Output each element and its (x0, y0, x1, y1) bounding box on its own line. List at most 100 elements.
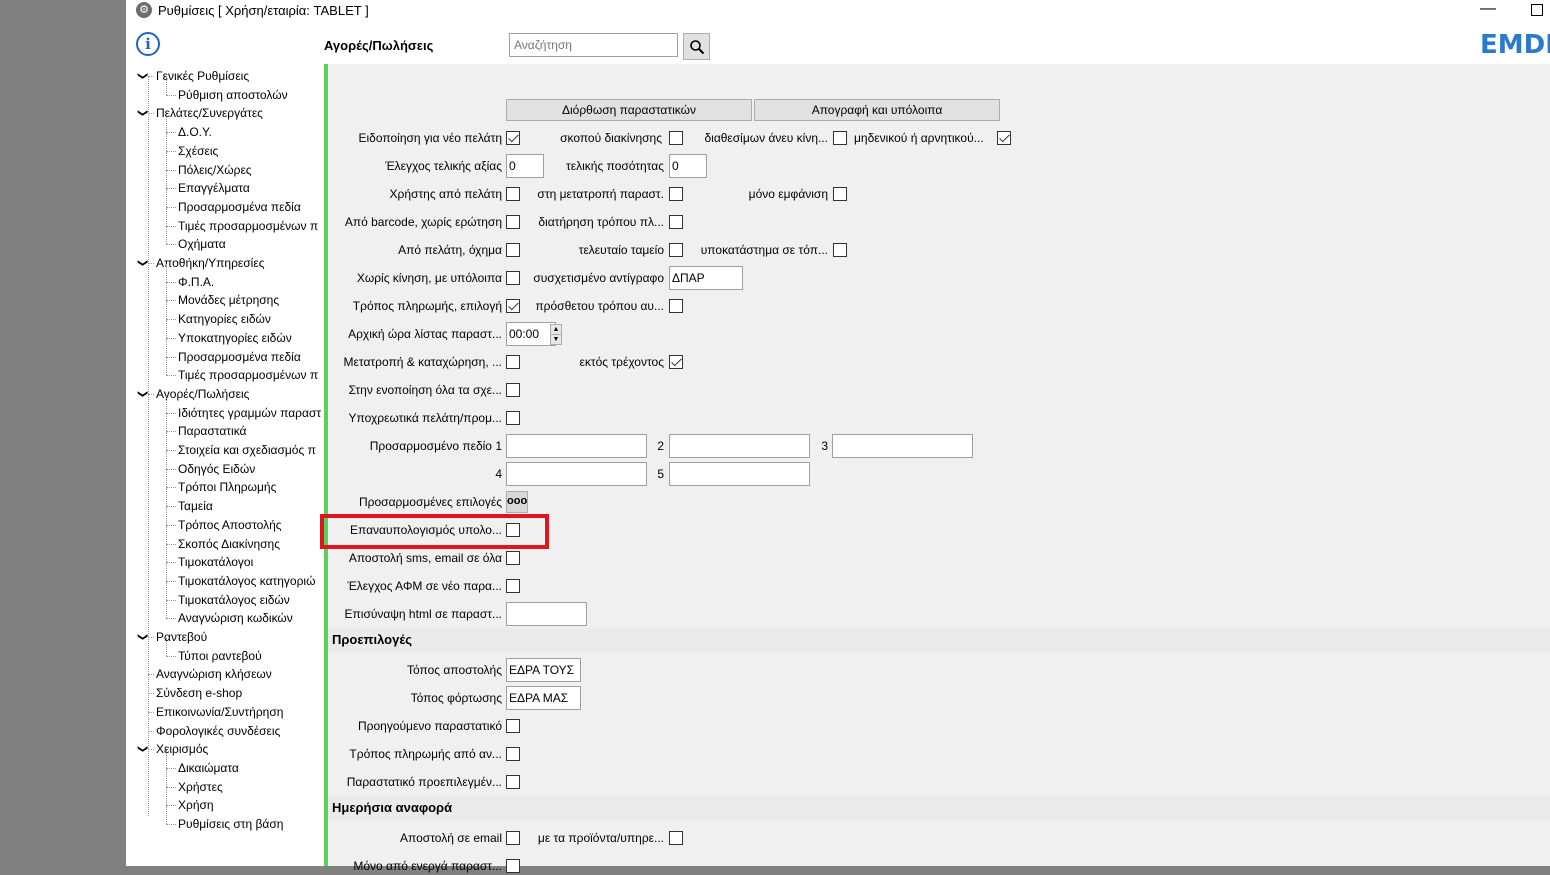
tree-leaf[interactable]: Πόλεις/Χώρες (178, 161, 252, 179)
previous-doc-checkbox[interactable] (506, 719, 520, 733)
additional-payment-checkbox[interactable] (669, 299, 683, 313)
active-docs-checkbox[interactable] (506, 859, 520, 873)
send-sms-email-checkbox[interactable] (506, 551, 520, 565)
tree-leaf[interactable]: Ρυθμίσεις στη βάση (178, 815, 283, 833)
tree-group[interactable]: Πελάτες/Συνεργάτες (156, 104, 263, 122)
tree-leaf[interactable]: Ταμεία (178, 497, 213, 515)
last-cashbox-checkbox[interactable] (669, 243, 683, 257)
no-movement-checkbox[interactable] (506, 271, 520, 285)
tree-group[interactable]: Χειρισμός (156, 740, 208, 758)
tree-leaf[interactable]: Σκοπός Διακίνησης (178, 535, 280, 553)
tree-leaf[interactable]: Τιμές προσαρμοσμένων π (178, 366, 318, 384)
tree-leaf[interactable]: Κατηγορίες ειδών (178, 310, 271, 328)
tree-leaf[interactable]: Υποκατηγορίες ειδών (178, 329, 292, 347)
custom-field-2-input[interactable] (669, 434, 810, 458)
tree-leaf[interactable]: Δικαιώματα (178, 759, 239, 777)
from-barcode-checkbox[interactable] (506, 215, 520, 229)
custom-options-label: Προσαρμοσμένες επιλογές (359, 495, 502, 509)
check-afm-checkbox[interactable] (506, 579, 520, 593)
minimize-button[interactable]: — (1478, 0, 1498, 20)
tree-leaf[interactable]: Τρόπος Αποστολής (178, 516, 282, 534)
user-from-customer-checkbox[interactable] (506, 187, 520, 201)
tree-connector (166, 394, 167, 413)
search-icon (690, 40, 705, 55)
tree-leaf[interactable]: Σχέσεις (178, 142, 218, 160)
notification-all-checkbox[interactable] (506, 383, 520, 397)
tree-group[interactable]: Ραντεβού (156, 628, 207, 646)
tree-group[interactable]: Γενικές Ρυθμίσεις (156, 67, 249, 85)
tree-group[interactable]: Φορολογικές συνδέσεις (156, 722, 280, 740)
tree-connector (166, 301, 167, 320)
doc-preselected-checkbox[interactable] (506, 775, 520, 789)
tree-leaf[interactable]: Τιμές προσαρμοσμένων π (178, 217, 318, 235)
tree-leaf[interactable]: Επαγγέλματα (178, 179, 250, 197)
mandatory-customer-checkbox[interactable] (506, 411, 520, 425)
final-quantity-input[interactable]: 0 (669, 154, 707, 178)
custom-field-5-input[interactable] (669, 462, 810, 486)
search-button[interactable] (683, 33, 710, 60)
tree-leaf[interactable]: Δ.Ο.Υ. (178, 123, 212, 141)
tree-group[interactable]: Επικοινωνία/Συντήρηση (156, 703, 283, 721)
delivery-place-input[interactable]: ΕΔΡΑ ΤΟΥΣ (506, 658, 581, 682)
tree-leaf[interactable]: Φ.Π.Α. (178, 273, 214, 291)
convert-register-checkbox[interactable] (506, 355, 520, 369)
tab-inventory[interactable]: Απογραφή και υπόλοιπα (754, 99, 1000, 121)
tree-leaf[interactable]: Τιμοκατάλογος ειδών (178, 591, 290, 609)
tree-leaf[interactable]: Στοιχεία και σχεδιασμός π (178, 441, 316, 459)
tree-leaf[interactable]: Οχήματα (178, 235, 226, 253)
purpose-checkbox[interactable] (669, 131, 683, 145)
tree-connector (166, 768, 167, 787)
highlight-box (320, 514, 549, 549)
tree-leaf[interactable]: Αναγνώριση κωδικών (178, 609, 293, 627)
payment-from-checkbox[interactable] (506, 747, 520, 761)
info-icon[interactable]: i (136, 32, 160, 56)
tree-leaf[interactable]: Τύποι ραντεβού (178, 647, 262, 665)
maximize-button[interactable] (1531, 4, 1543, 16)
doc-conversion-checkbox[interactable] (669, 187, 683, 201)
tree-leaf[interactable]: Τιμοκατάλογος κατηγοριώ (178, 572, 315, 590)
tree-group[interactable]: Αναγνώριση κλήσεων (156, 665, 272, 683)
section-title: Αγορές/Πωλήσεις (324, 38, 434, 53)
tree-leaf[interactable]: Προσαρμοσμένα πεδία (178, 198, 301, 216)
search-input[interactable] (509, 33, 678, 57)
final-value-input[interactable]: 0 (506, 154, 544, 178)
tree-leaf[interactable]: Χρήση (178, 796, 214, 814)
send-email-checkbox[interactable] (506, 831, 520, 845)
from-customer-vehicle-label: Από πελάτη, όχημα (398, 243, 502, 257)
custom-field-3-input[interactable] (832, 434, 973, 458)
tree-leaf[interactable]: Μονάδες μέτρησης (178, 291, 279, 309)
keep-payment-checkbox[interactable] (669, 215, 683, 229)
display-only-checkbox[interactable] (833, 187, 847, 201)
except-current-checkbox[interactable] (669, 355, 683, 369)
window-title: Ρυθμίσεις [ Χρήση/εταιρία: TABLET ] (158, 3, 369, 18)
related-copy-input[interactable]: ΔΠΑΡ (669, 266, 743, 290)
tree-leaf[interactable]: Ρύθμιση αποστολών (178, 86, 288, 104)
tab-doc-fix[interactable]: Διόρθωση παραστατικών (506, 99, 752, 121)
zero-negative-checkbox[interactable] (997, 131, 1011, 145)
send-email-label: Αποστολή σε email (400, 831, 502, 845)
tree-leaf[interactable]: Χρήστες (178, 778, 223, 796)
loading-place-input[interactable]: ΕΔΡΑ ΜΑΣ (506, 686, 581, 710)
branch-checkbox[interactable] (833, 243, 847, 257)
list-start-time-input[interactable]: 00:00 (506, 322, 556, 346)
tree-group[interactable]: Σύνδεση e-shop (156, 684, 242, 702)
custom-field-1-input[interactable] (506, 434, 647, 458)
tree-leaf[interactable]: Ιδιότητες γραμμών παραστ (178, 404, 321, 422)
tree-leaf[interactable]: Τρόποι Πληρωμής (178, 478, 276, 496)
tree-leaf[interactable]: Οδηγός Ειδών (178, 460, 255, 478)
custom-options-button[interactable]: ooo (506, 491, 528, 513)
tree-group[interactable]: Αποθήκη/Υπηρεσίες (156, 254, 264, 272)
payment-choice-checkbox[interactable] (506, 299, 520, 313)
attach-html-input[interactable] (506, 602, 587, 626)
tree-leaf[interactable]: Προσαρμοσμένα πεδία (178, 348, 301, 366)
tree-group[interactable]: Αγορές/Πωλήσεις (156, 385, 249, 403)
from-customer-vehicle-checkbox[interactable] (506, 243, 520, 257)
notify-new-customer-checkbox[interactable] (506, 131, 520, 145)
tree-leaf[interactable]: Τιμοκατάλογοι (178, 553, 253, 571)
custom-field-4-input[interactable] (506, 462, 647, 486)
with-products-checkbox[interactable] (669, 831, 683, 845)
app-icon: ⚙ (136, 2, 152, 18)
tree-leaf[interactable]: Παραστατικά (178, 422, 246, 440)
available-checkbox[interactable] (833, 131, 847, 145)
time-down-icon[interactable]: ▼ (550, 334, 562, 345)
